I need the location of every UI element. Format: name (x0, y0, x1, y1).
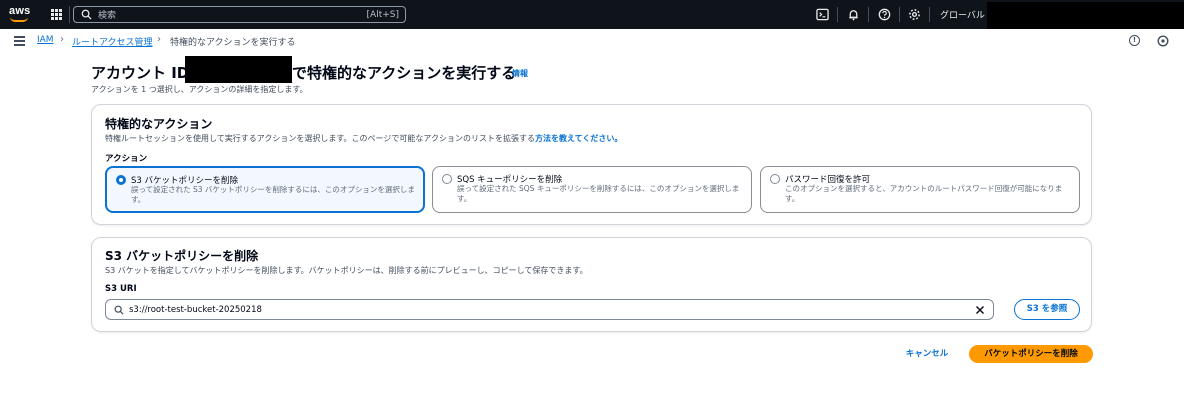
action-tile-delete-sqs-policy[interactable]: SQS キューポリシーを削除 誤って設定された SQS キューポリシーを削除する… (432, 166, 752, 213)
search-shortcut: [Alt+S] (366, 9, 399, 20)
panel-description: S3 バケットを指定してバケットポリシーを削除します。バケットポリシーは、削除す… (105, 266, 588, 275)
panel-description: 特権ルートセッションを使用して実行するアクションを選択します。このページで可能な… (105, 133, 622, 144)
divider (899, 7, 900, 22)
help-icon[interactable] (878, 8, 891, 21)
breadcrumb-current: 特権的なアクションを実行する (170, 38, 296, 48)
divider (69, 6, 70, 23)
redacted-account-menu (987, 2, 1184, 31)
tile-description: 誤って設定された SQS キューポリシーを削除するには、このオプションを選択しま… (457, 184, 740, 203)
panel-description-text: 特権ルートセッションを使用して実行するアクションを選択します。このページで可能な… (105, 134, 535, 143)
divider (929, 7, 930, 22)
page-title-prefix: アカウント ID (91, 64, 190, 82)
clear-icon[interactable] (975, 305, 985, 315)
chevron-right-icon: › (60, 34, 64, 45)
info-link[interactable]: 情報 (512, 68, 528, 79)
aws-logo[interactable]: aws (6, 4, 36, 24)
action-field-label: アクション (105, 154, 148, 164)
browse-s3-button[interactable]: S3 を参照 (1014, 299, 1080, 320)
learn-more-link[interactable]: 方法を教えてください。 (535, 134, 622, 143)
top-navigation: aws 検索 [Alt+S] グローバル ▾ (0, 0, 1184, 31)
s3-uri-value: s3://root-test-bucket-20250218 (129, 305, 262, 315)
aws-smile-icon (10, 17, 28, 22)
breadcrumb-bar: IAM › ルートアクセス管理 › 特権的なアクションを実行する (0, 29, 1184, 53)
radio-unselected[interactable] (770, 174, 780, 184)
radio-selected[interactable] (116, 175, 126, 185)
breadcrumb-iam[interactable]: IAM (37, 35, 54, 45)
delete-s3-policy-panel: S3 バケットポリシーを削除 S3 バケットを指定してバケットポリシーを削除しま… (91, 237, 1092, 332)
search-placeholder: 検索 (98, 11, 117, 21)
breadcrumb-root-access[interactable]: ルートアクセス管理 (72, 35, 153, 48)
divider (837, 7, 838, 22)
chevron-right-icon: › (157, 34, 161, 45)
divider (868, 7, 869, 22)
radio-unselected[interactable] (442, 174, 452, 184)
privileged-actions-panel: 特権的なアクション 特権ルートセッションを使用して実行するアクションを選択します… (91, 104, 1092, 225)
info-panel-icon[interactable]: ! (1129, 35, 1140, 46)
cloudshell-icon[interactable] (816, 8, 829, 21)
settings-icon[interactable] (908, 8, 921, 21)
hamburger-menu-icon[interactable] (14, 36, 25, 46)
search-icon (114, 305, 124, 315)
action-tile-delete-s3-policy[interactable]: S3 バケットポリシーを削除 誤って設定された S3 バケットポリシーを削除する… (105, 166, 425, 213)
aws-logo-text: aws (9, 5, 31, 17)
s3-uri-label: S3 URI (105, 284, 137, 294)
services-grid-icon[interactable] (51, 9, 62, 20)
region-selector[interactable]: グローバル ▾ (940, 8, 992, 21)
action-tile-allow-password-recovery[interactable]: パスワード回復を許可 このオプションを選択すると、アカウントのルートパスワード回… (760, 166, 1080, 213)
global-search-input[interactable]: 検索 [Alt+S] (73, 6, 406, 23)
bell-icon[interactable] (847, 8, 860, 21)
notifications-panel-icon[interactable] (1157, 35, 1169, 47)
page-title-suffix: で特権的なアクションを実行する (292, 64, 517, 82)
panel-title: S3 バケットポリシーを削除 (105, 249, 259, 263)
page-description: アクションを 1 つ選択し、アクションの詳細を指定します。 (91, 85, 308, 94)
redacted-account-id (185, 56, 292, 83)
s3-uri-input[interactable]: s3://root-test-bucket-20250218 (105, 299, 994, 320)
tile-description: このオプションを選択すると、アカウントのルートパスワード回復が可能になります。 (785, 184, 1063, 203)
tile-description: 誤って設定された S3 バケットポリシーを削除するには、このオプションを選択しま… (131, 185, 415, 204)
panel-title: 特権的なアクション (105, 117, 213, 131)
delete-bucket-policy-button[interactable]: バケットポリシーを削除 (969, 345, 1093, 363)
cancel-button[interactable]: キャンセル (896, 345, 958, 363)
search-icon (81, 9, 92, 20)
